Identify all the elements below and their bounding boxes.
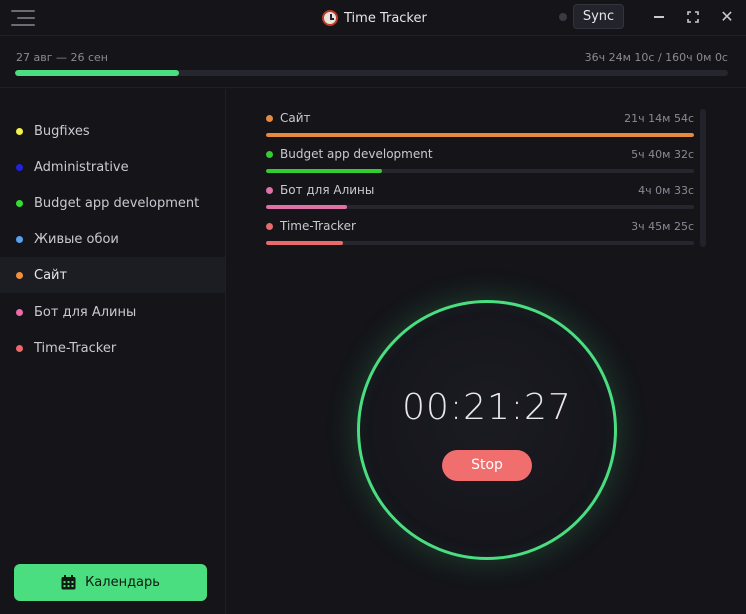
stats-scrollbar[interactable] xyxy=(700,109,706,247)
project-item[interactable]: Administrative xyxy=(0,149,225,185)
title-bar: Time Tracker Sync ✕ xyxy=(0,0,746,36)
stat-row: Budget app development 5ч 40м 32с xyxy=(266,147,694,181)
project-item[interactable]: Живые обои xyxy=(0,221,225,257)
stat-row: Бот для Алины 4ч 0м 33с xyxy=(266,183,694,217)
period-progress-bar xyxy=(15,70,728,76)
stat-time: 21ч 14м 54с xyxy=(624,112,694,125)
calendar-button[interactable]: Календарь xyxy=(14,564,207,601)
project-label: Бот для Алины xyxy=(34,304,137,320)
close-icon[interactable]: ✕ xyxy=(718,8,736,26)
project-color-dot xyxy=(16,163,23,171)
project-color-dot xyxy=(16,308,23,316)
project-item[interactable]: Budget app development xyxy=(0,185,225,221)
period-summary: 27 авг — 26 сен 36ч 24м 10с / 160ч 0м 0с xyxy=(0,37,746,88)
stat-progress-bar xyxy=(266,205,694,209)
stat-name: Бот для Алины xyxy=(280,183,375,197)
project-color-dot xyxy=(16,271,23,279)
stat-color-dot xyxy=(266,115,273,122)
sidebar: Bugfixes Administrative Budget app devel… xyxy=(0,89,226,614)
stat-progress-bar xyxy=(266,241,694,245)
calendar-button-label: Календарь xyxy=(85,575,160,590)
sync-status-indicator xyxy=(559,13,567,21)
project-color-dot xyxy=(16,344,23,352)
project-label: Живые обои xyxy=(34,231,119,247)
stat-row: Time-Tracker 3ч 45м 25с xyxy=(266,219,694,253)
timer-display: 00:21:27 xyxy=(402,387,572,428)
timer-ring: 00:21:27 Stop xyxy=(357,300,617,560)
stop-button[interactable]: Stop xyxy=(442,450,532,481)
app-title: Time Tracker xyxy=(322,9,427,27)
stat-row: Сайт 21ч 14м 54с xyxy=(266,111,694,145)
minimize-icon[interactable] xyxy=(650,8,668,26)
stat-progress-fill xyxy=(266,169,382,173)
calendar-icon xyxy=(61,575,76,590)
project-item[interactable]: Бот для Алины xyxy=(0,294,225,330)
menu-icon[interactable] xyxy=(11,8,35,28)
alarm-clock-icon xyxy=(322,10,338,26)
stat-time: 4ч 0м 33с xyxy=(638,184,694,197)
project-color-dot xyxy=(16,235,23,243)
stat-progress-bar xyxy=(266,169,694,173)
project-color-dot xyxy=(16,199,23,207)
project-label: Time-Tracker xyxy=(34,340,117,356)
stat-color-dot xyxy=(266,223,273,230)
project-label: Budget app development xyxy=(34,195,200,211)
app-title-text: Time Tracker xyxy=(344,10,427,26)
stat-name: Сайт xyxy=(280,111,311,125)
project-label: Bugfixes xyxy=(34,123,90,139)
stat-color-dot xyxy=(266,187,273,194)
project-item[interactable]: Bugfixes xyxy=(0,113,225,149)
maximize-icon[interactable] xyxy=(684,8,702,26)
stat-progress-bar xyxy=(266,133,694,137)
period-progress-fill xyxy=(15,70,179,76)
stat-time: 3ч 45м 25с xyxy=(631,220,694,233)
project-item[interactable]: Сайт xyxy=(0,257,225,293)
stat-name: Budget app development xyxy=(280,147,433,161)
period-total: 36ч 24м 10с / 160ч 0м 0с xyxy=(584,51,728,64)
stat-name: Time-Tracker xyxy=(280,219,356,233)
stat-color-dot xyxy=(266,151,273,158)
sync-button[interactable]: Sync xyxy=(573,4,624,29)
main-panel: Сайт 21ч 14м 54с Budget app development … xyxy=(227,89,746,614)
project-label: Administrative xyxy=(34,159,129,175)
stat-time: 5ч 40м 32с xyxy=(631,148,694,161)
project-color-dot xyxy=(16,127,23,135)
period-range: 27 авг — 26 сен xyxy=(16,51,108,64)
project-label: Сайт xyxy=(34,267,68,283)
stat-progress-fill xyxy=(266,133,694,137)
stat-progress-fill xyxy=(266,241,344,245)
stat-progress-fill xyxy=(266,205,348,209)
project-item[interactable]: Time-Tracker xyxy=(0,330,225,366)
